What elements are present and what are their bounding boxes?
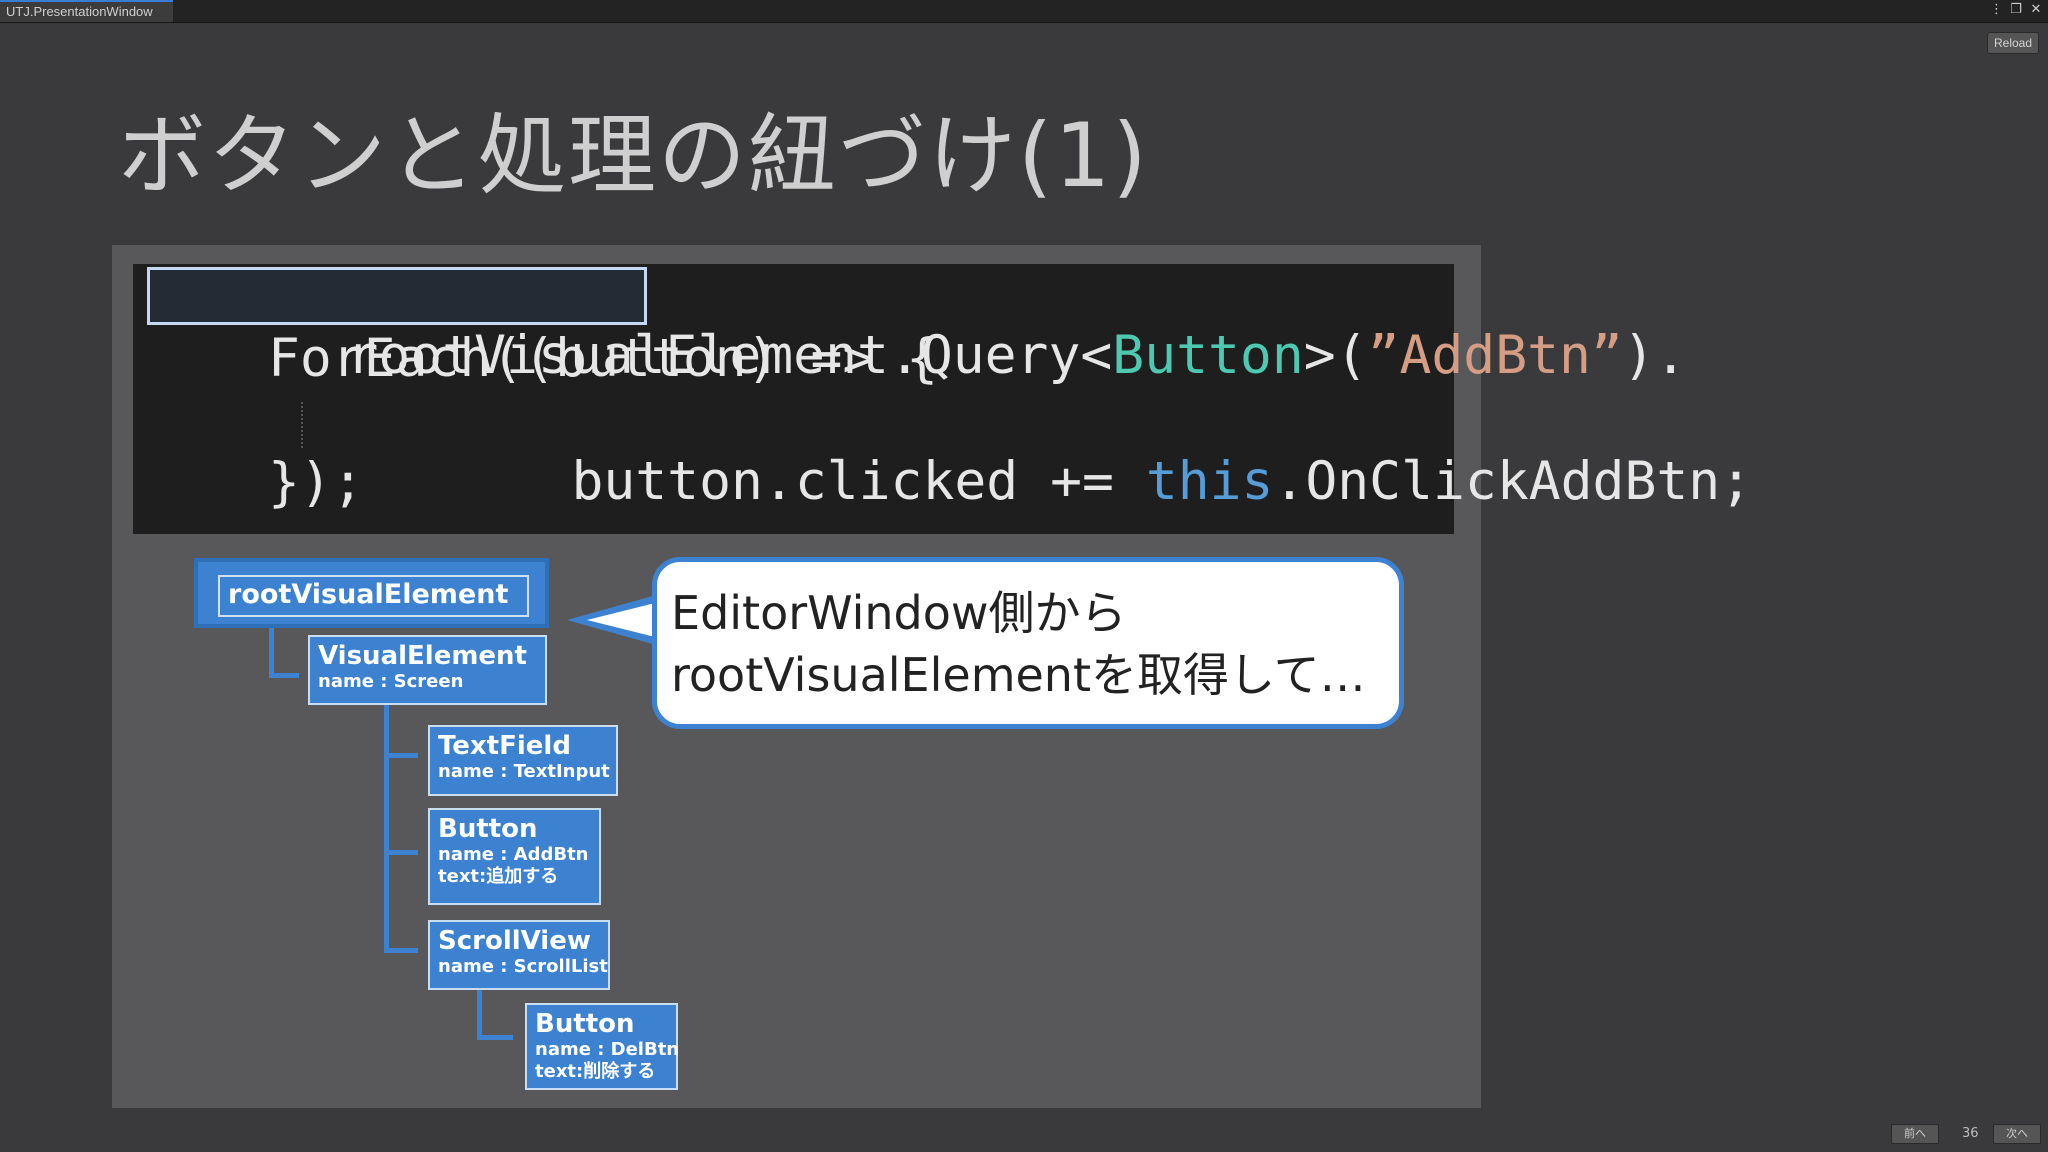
node-type: ScrollView — [438, 926, 591, 956]
page-number: 36 — [1962, 1126, 1979, 1141]
speech-bubble: EditorWindow側から rootVisualElementを取得して… — [652, 557, 1404, 729]
code-line-2: ForEach((button) => { — [268, 328, 939, 389]
code-token: this — [1145, 451, 1274, 512]
code-token: >( — [1303, 325, 1368, 386]
tree-connector — [269, 628, 274, 678]
slide-title: ボタンと処理の紐づけ(1) — [118, 104, 1149, 207]
tree-node-scroll-view: ScrollView name : ScrollList — [428, 920, 610, 990]
code-token: ”AddBtn” — [1367, 325, 1623, 386]
bubble-line-2: rootVisualElementを取得して… — [671, 648, 1366, 702]
node-name: name : ScrollList — [438, 956, 608, 977]
code-token: ). — [1622, 325, 1687, 386]
tree-node-visual-element: VisualElement name : Screen — [308, 635, 547, 705]
next-slide-button[interactable]: 次へ — [1993, 1124, 2041, 1144]
tree-node-del-button: Button name : DelBtn text:削除する — [525, 1003, 680, 1090]
tree-node-text-field: TextField name : TextInput — [428, 725, 618, 796]
reload-button[interactable]: Reload — [1987, 32, 2039, 54]
tree-connector — [384, 948, 418, 953]
tree-node-add-button: Button name : AddBtn text:追加する — [428, 808, 601, 905]
tree-connector — [477, 1035, 513, 1040]
window-controls: ⋮ ❐ ✕ — [1990, 2, 2042, 18]
node-name: name : Screen — [318, 671, 464, 692]
tree-connector — [384, 753, 418, 758]
node-type: Button — [438, 814, 538, 844]
code-token: button.clicked += — [571, 451, 1146, 512]
more-icon[interactable]: ⋮ — [1990, 2, 2003, 18]
tree-connector — [477, 990, 482, 1040]
indent-guide — [301, 402, 303, 448]
node-name: name : TextInput — [438, 761, 610, 782]
close-icon[interactable]: ✕ — [2030, 2, 2042, 18]
code-block: rootVisualElement.Query<Button>(”AddBtn”… — [133, 264, 1752, 534]
slide-panel: rootVisualElement.Query<Button>(”AddBtn”… — [112, 245, 1752, 1108]
code-token: Button — [1112, 325, 1304, 386]
code-line-4: }); — [268, 452, 364, 513]
bubble-line-1: EditorWindow側から — [671, 586, 1127, 640]
node-name: name : AddBtn — [438, 844, 589, 865]
node-type: TextField — [438, 731, 571, 761]
node-type: Button — [535, 1009, 635, 1039]
tree-node-root: rootVisualElement — [194, 558, 549, 628]
window-tab[interactable]: UTJ.PresentationWindow — [0, 0, 173, 22]
node-type: VisualElement — [318, 641, 527, 671]
node-text: text:追加する — [438, 866, 559, 887]
node-text: text:削除する — [535, 1061, 656, 1082]
code-token: .OnClickAddBtn; — [1273, 451, 1753, 512]
tree-node-root-label: rootVisualElement — [218, 575, 529, 617]
maximize-icon[interactable]: ❐ — [2010, 2, 2022, 18]
code-line-3: button.clicked += this.OnClickAddBtn; — [380, 392, 1752, 572]
tree-connector — [269, 673, 299, 678]
prev-slide-button[interactable]: 前へ — [1891, 1124, 1939, 1144]
window-tab-bar: UTJ.PresentationWindow ⋮ ❐ ✕ — [0, 0, 2048, 23]
tree-connector — [384, 850, 418, 855]
tree-connector — [384, 705, 389, 953]
node-name: name : DelBtn — [535, 1039, 680, 1060]
